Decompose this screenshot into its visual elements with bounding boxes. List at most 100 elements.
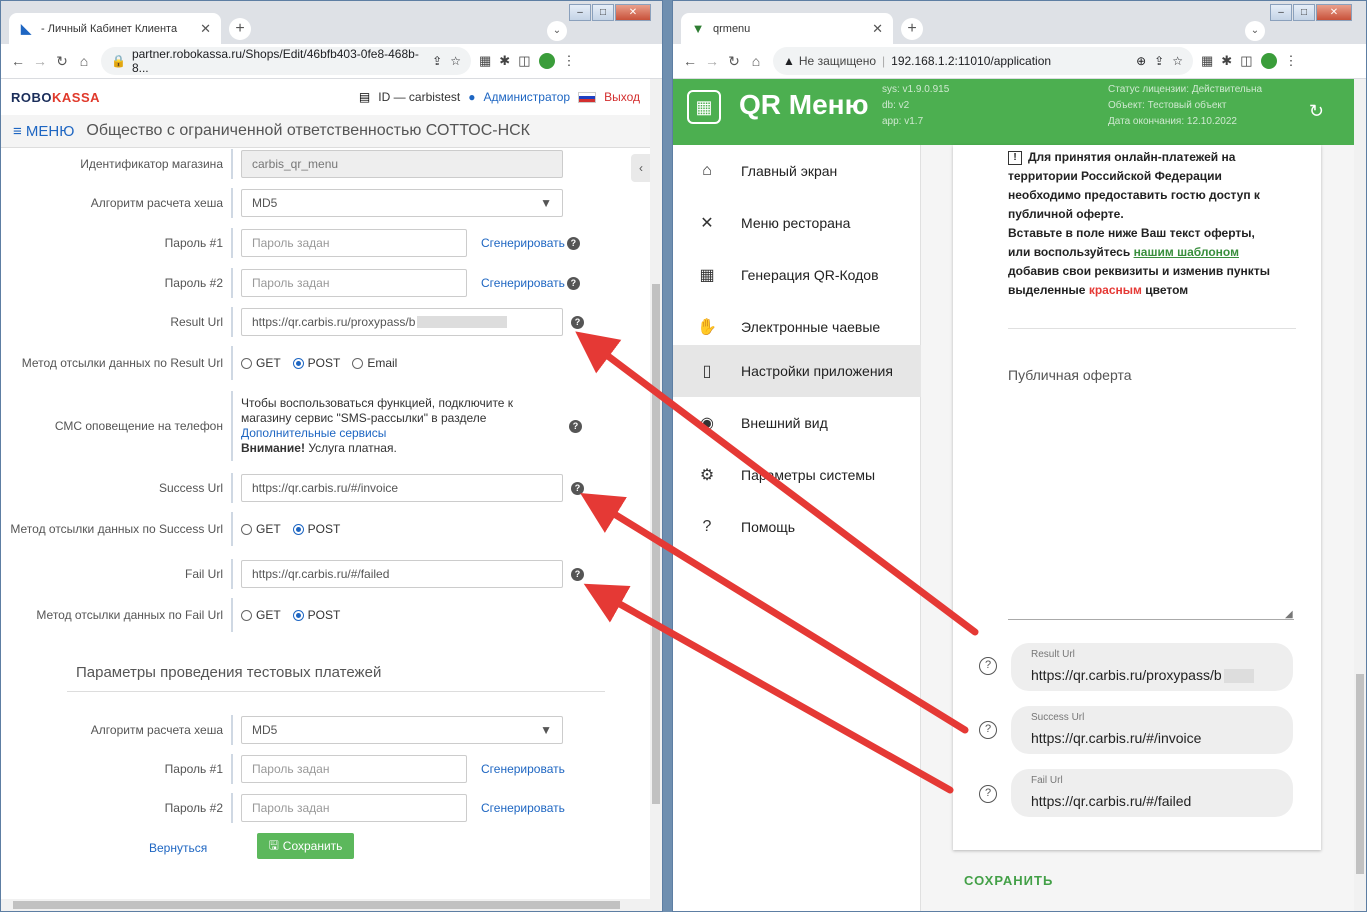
generate-test-password2-link[interactable]: Сгенерировать xyxy=(481,801,565,815)
success-url-field[interactable]: Success Url https://qr.carbis.ru/#/invoi… xyxy=(1011,706,1293,754)
resize-handle-icon[interactable]: ◢ xyxy=(1285,609,1293,620)
tab-search-icon[interactable]: ⌄ xyxy=(1245,21,1265,41)
generate-password2-link[interactable]: Сгенерировать xyxy=(481,276,565,290)
zoom-icon[interactable]: ⊕ xyxy=(1136,54,1146,68)
radio-get[interactable]: GET xyxy=(241,608,281,622)
bookmark-star-icon[interactable]: ☆ xyxy=(450,54,461,68)
result-url-field[interactable]: Result Url https://qr.carbis.ru/proxypas… xyxy=(1011,643,1293,691)
sidepanel-icon[interactable]: ◫ xyxy=(1240,53,1252,69)
reload-icon[interactable]: ↻ xyxy=(723,53,745,70)
bookmark-star-icon[interactable]: ☆ xyxy=(1172,54,1183,68)
nav-item-qr[interactable]: ▦ Генерация QR-Кодов xyxy=(673,249,921,301)
menu-kebab-icon[interactable]: ⋮ xyxy=(1285,53,1298,69)
forward-arrow-icon[interactable]: → xyxy=(29,53,51,69)
collapse-panel-button[interactable]: ‹ xyxy=(631,154,651,182)
shop-id-input[interactable]: carbis_qr_menu xyxy=(241,150,563,178)
flag-icon[interactable] xyxy=(578,91,597,103)
vertical-scrollbar[interactable] xyxy=(650,79,662,911)
role-link[interactable]: Администратор xyxy=(484,90,571,104)
radio-email[interactable]: Email xyxy=(352,356,397,370)
sidepanel-icon[interactable]: ◫ xyxy=(518,53,530,69)
logout-link[interactable]: Выход xyxy=(604,90,640,104)
radio-get[interactable]: GET xyxy=(241,522,281,536)
tab-search-icon[interactable]: ⌄ xyxy=(547,21,567,41)
help-icon[interactable]: ? xyxy=(569,419,582,433)
nav-item-help[interactable]: ? Помощь xyxy=(673,501,921,553)
help-circle-icon[interactable]: ? xyxy=(979,785,997,803)
help-icon[interactable]: ? xyxy=(566,236,580,250)
fail-url-input[interactable]: https://qr.carbis.ru/#/failed xyxy=(241,560,563,588)
test-password2-input[interactable]: Пароль задан xyxy=(241,794,467,822)
close-window-button[interactable]: ✕ xyxy=(615,4,651,21)
reader-icon[interactable]: ▦ xyxy=(479,53,491,69)
password1-input[interactable]: Пароль задан xyxy=(241,229,467,257)
back-arrow-icon[interactable]: ← xyxy=(7,53,29,69)
minimize-button[interactable]: – xyxy=(1270,4,1292,21)
test-password1-input[interactable]: Пароль задан xyxy=(241,755,467,783)
scrollbar-thumb[interactable] xyxy=(1356,674,1364,874)
generate-password1-link[interactable]: Сгенерировать xyxy=(481,236,565,250)
menu-button[interactable]: ≡ МЕНЮ xyxy=(13,123,74,140)
reader-icon[interactable]: ▦ xyxy=(1201,53,1213,69)
maximize-button[interactable]: □ xyxy=(1293,4,1315,21)
scrollbar-thumb[interactable] xyxy=(13,901,620,909)
public-offer-textarea[interactable]: Публичная оферта xyxy=(1008,367,1132,383)
save-button[interactable]: СОХРАНИТЬ xyxy=(964,873,1053,888)
nav-item-app-settings[interactable]: ▯ Настройки приложения xyxy=(673,345,921,397)
success-url-input[interactable]: https://qr.carbis.ru/#/invoice xyxy=(241,474,563,502)
result-url-input[interactable]: https://qr.carbis.ru/proxypass/b xyxy=(241,308,563,336)
field-label: Result Url xyxy=(1031,649,1075,660)
forward-arrow-icon[interactable]: → xyxy=(701,53,723,69)
fail-url-field[interactable]: Fail Url https://qr.carbis.ru/#/failed xyxy=(1011,769,1293,817)
help-circle-icon[interactable]: ? xyxy=(979,657,997,675)
menu-kebab-icon[interactable]: ⋮ xyxy=(563,53,576,69)
profile-avatar[interactable] xyxy=(1260,53,1277,69)
help-circle-icon[interactable]: ? xyxy=(979,721,997,739)
home-icon[interactable]: ⌂ xyxy=(745,53,767,69)
new-tab-button[interactable]: + xyxy=(901,18,923,40)
radio-get[interactable]: GET xyxy=(241,356,281,370)
minimize-button[interactable]: – xyxy=(569,4,591,21)
tab-robokassa[interactable]: ◣ - Личный Кабинет Клиента ✕ xyxy=(9,13,221,44)
password2-input[interactable]: Пароль задан xyxy=(241,269,467,297)
nav-item-menu[interactable]: ✕ Меню ресторана xyxy=(673,197,921,249)
back-arrow-icon[interactable]: ← xyxy=(679,53,701,69)
save-button[interactable]: 🖫 Сохранить xyxy=(257,833,354,859)
close-window-button[interactable]: ✕ xyxy=(1316,4,1352,21)
nav-item-system[interactable]: ⚙ Параметры системы xyxy=(673,449,921,501)
maximize-button[interactable]: □ xyxy=(592,4,614,21)
nav-item-home[interactable]: ⌂ Главный экран xyxy=(673,145,921,197)
nav-item-appearance[interactable]: ◉ Внешний вид xyxy=(673,397,921,449)
hash-algorithm-select[interactable]: MD5 ▼ xyxy=(241,189,563,217)
home-icon[interactable]: ⌂ xyxy=(73,53,95,69)
scrollbar-thumb[interactable] xyxy=(652,284,660,804)
address-bar[interactable]: 🔒 partner.robokassa.ru/Shops/Edit/46bfb4… xyxy=(101,47,471,75)
generate-test-password1-link[interactable]: Сгенерировать xyxy=(481,762,565,776)
horizontal-scrollbar[interactable] xyxy=(1,899,650,911)
extensions-puzzle-icon[interactable]: ✱ xyxy=(499,53,510,69)
radio-post[interactable]: POST xyxy=(292,608,340,622)
tab-qrmenu[interactable]: ▼ qrmenu ✕ xyxy=(681,13,893,44)
robokassa-logo[interactable]: ROBOKASSA xyxy=(11,90,100,105)
close-tab-icon[interactable]: ✕ xyxy=(200,21,211,37)
radio-post[interactable]: POST xyxy=(292,356,340,370)
profile-avatar[interactable] xyxy=(538,53,555,69)
help-icon[interactable]: ? xyxy=(571,315,584,329)
additional-services-link[interactable]: Дополнительные сервисы xyxy=(241,426,386,440)
share-icon[interactable]: ⇪ xyxy=(1154,54,1164,68)
close-tab-icon[interactable]: ✕ xyxy=(872,21,883,37)
share-icon[interactable]: ⇪ xyxy=(432,54,442,68)
extensions-puzzle-icon[interactable]: ✱ xyxy=(1221,53,1232,69)
address-bar[interactable]: ▲ Не защищено | 192.168.1.2:11010/applic… xyxy=(773,47,1193,75)
back-link[interactable]: Вернуться xyxy=(149,841,207,855)
radio-post[interactable]: POST xyxy=(292,522,340,536)
reload-icon[interactable]: ↻ xyxy=(51,53,73,70)
template-link[interactable]: нашим шаблоном xyxy=(1134,245,1239,259)
refresh-icon[interactable]: ↻ xyxy=(1309,101,1324,122)
vertical-scrollbar[interactable] xyxy=(1354,79,1366,911)
help-icon[interactable]: ? xyxy=(566,276,580,290)
test-hash-algorithm-select[interactable]: MD5 ▼ xyxy=(241,716,563,744)
new-tab-button[interactable]: + xyxy=(229,18,251,40)
help-icon[interactable]: ? xyxy=(571,481,584,495)
help-icon[interactable]: ? xyxy=(571,567,584,581)
